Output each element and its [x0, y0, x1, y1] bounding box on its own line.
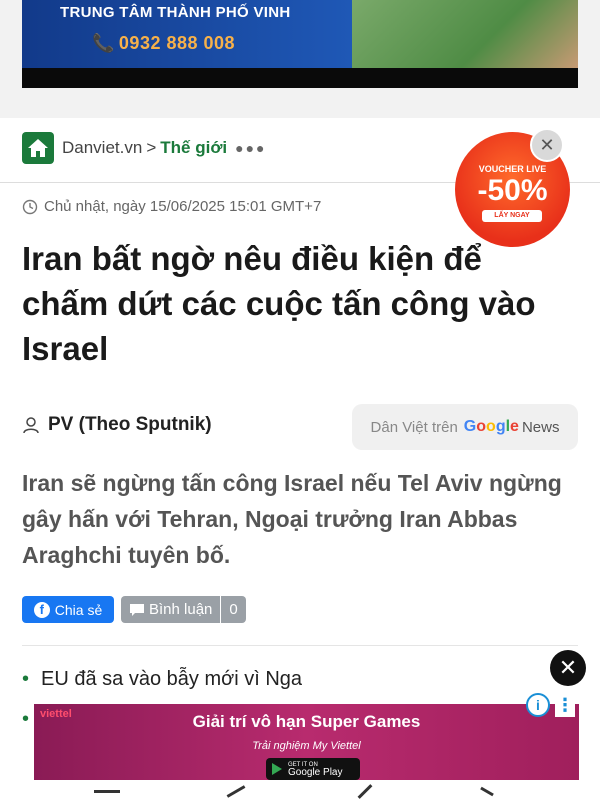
divider [22, 645, 578, 646]
more-menu-icon[interactable]: ●●● [235, 140, 266, 156]
share-label: Chia sẻ [54, 601, 103, 618]
voucher-close-button[interactable]: ✕ [530, 128, 564, 162]
recent-apps-icon[interactable] [94, 790, 120, 793]
author-name: PV (Theo Sputnik) [48, 414, 212, 435]
ad-subline: Trải nghiệm My Viettel [252, 740, 361, 752]
system-nav-bar [0, 780, 600, 800]
comment-label: Bình luận [149, 601, 213, 618]
ad-close-button[interactable]: ✕ [550, 650, 586, 686]
comment-count: 0 [220, 596, 245, 623]
google-news-label: News [521, 418, 560, 436]
google-play-badge[interactable]: GET IT ON Google Play [266, 758, 360, 780]
bullet-icon: • [22, 668, 30, 690]
top-banner-ad[interactable]: TRUNG TÂM THÀNH PHỐ VINH 📞 0932 888 008 [22, 0, 578, 88]
store-big-text: Google Play [288, 767, 343, 778]
publish-date: Chủ nhật, ngày 15/06/2025 15:01 GMT+7 [22, 198, 321, 215]
related-item-text: EU đã sa vào bẫy mới vì Nga [41, 668, 303, 690]
banner-image [352, 0, 578, 68]
google-news-follow-button[interactable]: Dân Việt trên Google News [352, 404, 578, 450]
bullet-icon: • [22, 708, 30, 730]
voucher-discount: -50% [477, 174, 548, 207]
phone-icon: 📞 [92, 33, 115, 53]
banner-left-panel: TRUNG TÂM THÀNH PHỐ VINH 📞 0932 888 008 [22, 0, 352, 68]
facebook-share-button[interactable]: f Chia sẻ [22, 596, 114, 623]
bottom-ad-banner[interactable]: viettel Giải trí vô hạn Super Games Trải… [34, 704, 579, 780]
comment-button[interactable]: Bình luận 0 [121, 596, 246, 623]
voucher-label: VOUCHER LIVE [478, 164, 547, 174]
breadcrumb-separator: > [146, 138, 157, 157]
ad-info-icon[interactable]: i [526, 693, 550, 717]
facebook-icon: f [33, 601, 50, 618]
play-store-icon [272, 763, 282, 775]
clock-icon [22, 199, 38, 214]
banner-phone: 📞 0932 888 008 [92, 33, 235, 54]
breadcrumb-site[interactable]: Danviet.vn [62, 138, 142, 158]
banner-title: TRUNG TÂM THÀNH PHỐ VINH [60, 4, 291, 21]
article-title: Iran bất ngờ nêu điều kiện để chấm dứt c… [22, 240, 536, 367]
author[interactable]: PV (Theo Sputnik) [22, 414, 212, 436]
article-sapo: Iran sẽ ngừng tấn công Israel nếu Tel Av… [22, 470, 562, 568]
related-item[interactable]: • EU đã sa vào bẫy mới vì Nga [22, 668, 302, 691]
comment-icon [130, 603, 144, 616]
user-icon [23, 417, 39, 434]
ad-menu-icon[interactable]: ⋮ [555, 693, 575, 717]
home-icon[interactable] [22, 132, 54, 164]
google-logo: Google [463, 418, 519, 435]
breadcrumb: Danviet.vn > Thế giới ●●● [22, 132, 267, 164]
breadcrumb-section[interactable]: Thế giới [160, 138, 227, 158]
voucher-cta[interactable]: LẤY NGAY [482, 210, 542, 222]
banner-phone-number: 0932 888 008 [118, 33, 236, 53]
comment-label-wrap: Bình luận [121, 601, 220, 618]
google-news-prefix: Dân Việt trên [370, 418, 458, 436]
ad-headline: Giải trí vô hạn Super Games [192, 712, 421, 731]
publish-date-text: Chủ nhật, ngày 15/06/2025 15:01 GMT+7 [44, 198, 322, 215]
